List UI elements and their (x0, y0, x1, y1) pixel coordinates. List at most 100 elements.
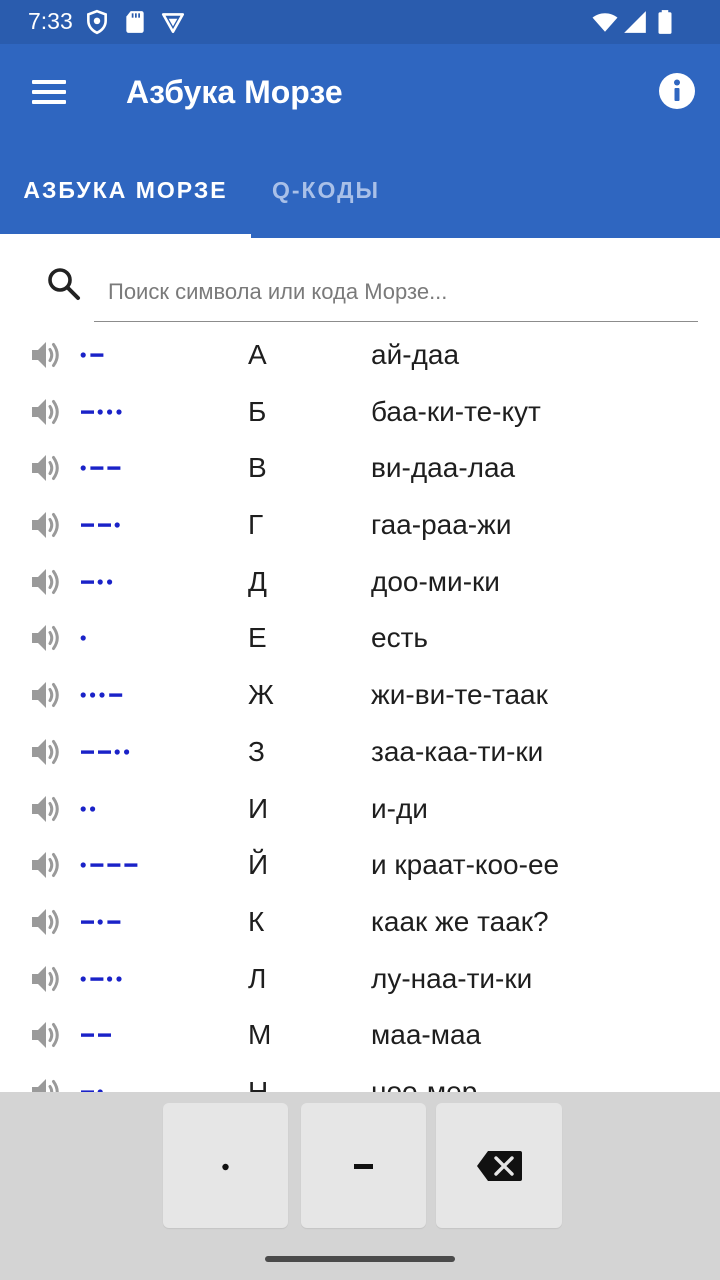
menu-icon[interactable] (24, 66, 74, 116)
gesture-nav-handle (265, 1256, 455, 1262)
speaker-icon[interactable] (28, 620, 64, 656)
wifi-icon (592, 13, 618, 32)
page-title: Азбука Морзе (126, 74, 343, 110)
mnemonic: каак же таак? (371, 905, 549, 937)
dot-key-button[interactable] (163, 1103, 288, 1228)
status-bar: 7:33 (0, 0, 720, 44)
morse-dash (81, 580, 94, 584)
morse-dot (80, 692, 86, 698)
list-item[interactable]: Ддоо-ми-ки (0, 554, 720, 611)
speaker-icon[interactable] (28, 564, 64, 600)
search-input[interactable] (94, 262, 698, 322)
morse-list[interactable]: Аай-даа Ббаа-ки-те-кут Вви-даа-лаа Ггаа-раа… (0, 327, 720, 1092)
speaker-icon[interactable] (28, 337, 64, 373)
search-bar (0, 238, 720, 328)
speaker-icon[interactable] (28, 1017, 64, 1053)
speaker-icon[interactable] (28, 507, 64, 543)
morse-dot (107, 579, 113, 585)
mnemonic: и-ди (371, 792, 428, 824)
morse-dot (114, 522, 120, 528)
tab-bar: АЗБУКА МОРЗЕ Q-КОДЫ (0, 144, 720, 238)
morse-dot (97, 409, 103, 415)
speaker-icon[interactable] (28, 734, 64, 770)
list-item[interactable]: Ббаа-ки-те-кут (0, 384, 720, 441)
list-item[interactable]: Ии-ди (0, 781, 720, 838)
letter: З (248, 735, 265, 767)
morse-code (80, 975, 122, 982)
morse-dash (124, 863, 138, 867)
letter: Ж (248, 679, 274, 711)
list-item[interactable]: Ззаа-каа-ти-ки (0, 724, 720, 781)
list-item[interactable]: Еесть (0, 610, 720, 667)
backspace-key-button[interactable] (436, 1103, 562, 1228)
morse-code (81, 919, 121, 925)
morse-dot (90, 805, 96, 812)
letter: Й (248, 849, 269, 881)
mnemonic: ви-даа-лаа (371, 452, 516, 484)
morse-dot (116, 409, 122, 415)
list-item[interactable]: Аай-даа (0, 327, 720, 384)
morse-dash (90, 353, 104, 357)
mnemonic: гаа-раа-жи (371, 509, 512, 541)
morse-code (81, 1089, 103, 1092)
dot-key-icon (222, 1163, 229, 1171)
morse-dot (99, 692, 105, 698)
speaker-icon[interactable] (28, 904, 64, 940)
speaker-icon[interactable] (28, 450, 64, 486)
mnemonic: и краат-коо-ее (371, 849, 560, 881)
morse-dash (107, 920, 121, 924)
dash-key-button[interactable] (301, 1103, 426, 1228)
tab-morse-alphabet[interactable]: АЗБУКА МОРЗЕ (0, 144, 251, 238)
list-item[interactable]: Вви-даа-лаа (0, 440, 720, 497)
morse-dot (80, 465, 86, 471)
morse-code (81, 1033, 111, 1038)
morse-dot (97, 919, 103, 925)
list-item[interactable]: Жжи-ви-те-таак (0, 667, 720, 724)
letter: К (248, 905, 265, 937)
morse-dash (98, 750, 111, 754)
list-item[interactable]: Нноо-мер (0, 1064, 720, 1092)
morse-code (81, 409, 122, 415)
cell-signal-icon (624, 11, 646, 33)
mnemonic: ноо-мер (371, 1075, 478, 1092)
speaker-icon[interactable] (28, 394, 64, 430)
shield-icon (87, 9, 107, 35)
morse-dash (107, 863, 121, 867)
morse-dot (80, 352, 86, 358)
morse-dash (81, 523, 94, 527)
morse-code (80, 692, 123, 698)
morse-code (80, 862, 138, 868)
morse-dot (124, 749, 130, 755)
list-item[interactable]: Ллу-наа-ти-ки (0, 951, 720, 1008)
morse-dot (80, 862, 86, 868)
letter: В (248, 452, 267, 484)
speaker-icon[interactable] (28, 847, 64, 883)
morse-dot (80, 975, 86, 982)
speaker-icon[interactable] (28, 791, 64, 827)
dash-key-icon (354, 1164, 373, 1169)
list-item[interactable]: Ммаа-маа (0, 1007, 720, 1064)
letter: М (248, 1019, 272, 1051)
letter: Л (248, 962, 267, 994)
sd-card-icon (126, 11, 144, 33)
mnemonic: доо-ми-ки (371, 565, 500, 597)
mnemonic: маа-маа (371, 1019, 482, 1051)
list-item[interactable]: Йи краат-коо-ее (0, 837, 720, 894)
morse-dash (81, 920, 94, 924)
speaker-icon[interactable] (28, 1074, 64, 1092)
morse-dot (97, 579, 103, 585)
morse-code (81, 579, 113, 585)
speaker-icon[interactable] (28, 961, 64, 997)
speaker-icon[interactable] (28, 677, 64, 713)
morse-code (80, 465, 121, 471)
backspace-icon (477, 1151, 522, 1181)
morse-dash (107, 466, 121, 471)
list-item[interactable]: Ккаак же таак? (0, 894, 720, 951)
list-item[interactable]: Ггаа-раа-жи (0, 497, 720, 554)
morse-dash (98, 523, 111, 527)
mnemonic: ай-даа (371, 339, 460, 370)
tab-q-codes[interactable]: Q-КОДЫ (251, 144, 401, 238)
letter: Г (248, 509, 264, 541)
mnemonic: жи-ви-те-таак (371, 679, 548, 711)
info-icon[interactable] (656, 70, 698, 112)
